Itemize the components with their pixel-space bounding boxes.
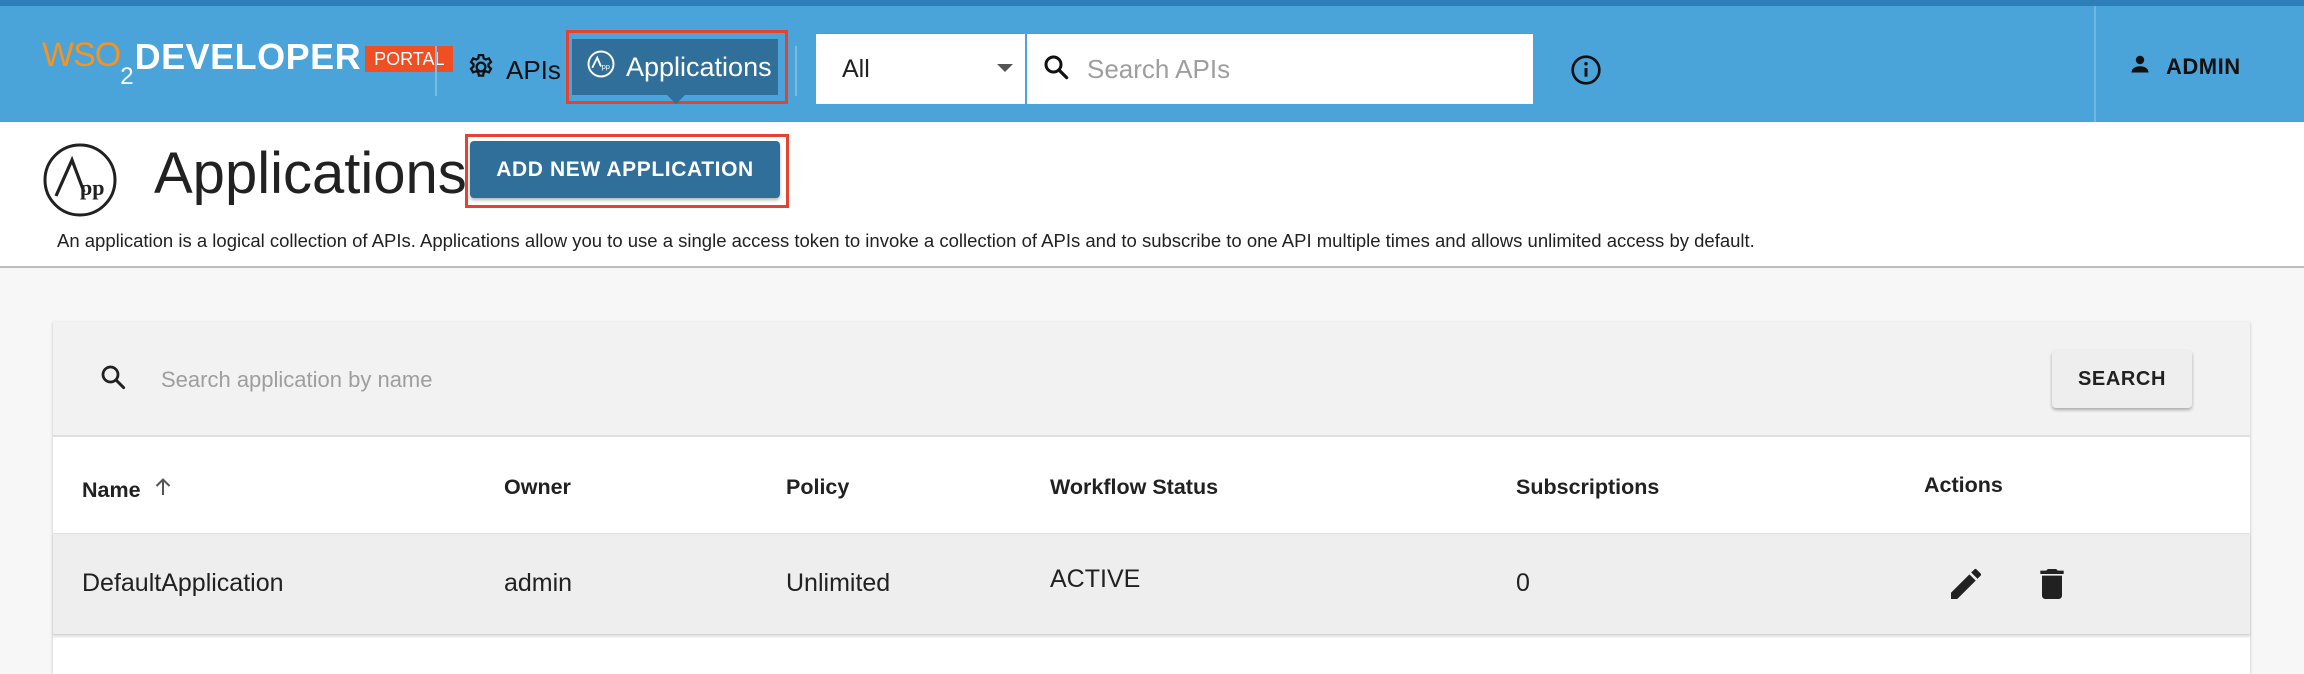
column-header-subscriptions[interactable]: Subscriptions: [1516, 475, 1659, 500]
column-header-actions: Actions: [1924, 473, 2003, 498]
column-header-workflow-status[interactable]: Workflow Status: [1050, 475, 1218, 500]
page-description: An application is a logical collection o…: [57, 230, 1755, 251]
applications-logo-icon: pp: [42, 142, 118, 223]
column-header-label: Subscriptions: [1516, 475, 1660, 499]
user-menu-label: ADMIN: [2166, 54, 2241, 79]
edit-icon[interactable]: [1946, 564, 1986, 609]
info-icon[interactable]: [1570, 54, 1602, 91]
page-title: Applications: [154, 141, 467, 206]
table-header-row: Name Owner Policy Workflow Status Subscr…: [53, 439, 2250, 534]
svg-text:pp: pp: [80, 175, 104, 200]
cell-policy: Unlimited: [786, 569, 891, 597]
cell-subscriptions: 0: [1516, 569, 1530, 597]
svg-text:pp: pp: [602, 62, 610, 71]
table-row: DefaultApplication admin Unlimited ACTIV…: [53, 534, 2250, 635]
application-search-input[interactable]: [161, 360, 1261, 400]
column-header-policy[interactable]: Policy: [786, 475, 849, 500]
cell-name[interactable]: DefaultApplication: [82, 569, 284, 598]
dropdown-arrow-icon: [997, 64, 1013, 72]
column-header-label: Name: [82, 477, 141, 502]
top-app-bar: WSO2 DEVELOPER PORTAL APIs pp Applicatio…: [0, 0, 2304, 122]
cell-owner: admin: [504, 569, 573, 597]
api-search-input[interactable]: [1087, 53, 1507, 85]
column-header-label: Policy: [786, 475, 850, 499]
api-search-box: [1027, 34, 1533, 104]
column-header-label: Actions: [1924, 473, 2003, 497]
applications-icon: pp: [586, 49, 616, 86]
person-icon: [2128, 52, 2152, 82]
column-header-label: Workflow Status: [1050, 475, 1219, 499]
column-header-owner[interactable]: Owner: [504, 475, 571, 500]
user-menu-divider: [2094, 6, 2096, 122]
user-menu[interactable]: ADMIN: [2128, 52, 2241, 82]
search-filter-value: All: [842, 54, 870, 83]
nav-divider: [795, 46, 797, 96]
column-header-label: Owner: [504, 475, 571, 499]
column-header-name[interactable]: Name: [82, 475, 175, 505]
search-icon: [98, 362, 128, 397]
search-button[interactable]: SEARCH: [2052, 350, 2192, 408]
logo-wso2: WSO2: [42, 36, 134, 90]
sort-ascending-icon: [151, 475, 175, 505]
portal-badge: PORTAL: [365, 46, 454, 72]
cell-workflow-status: ACTIVE: [1050, 565, 1141, 593]
gear-icon: [466, 52, 496, 89]
nav-item-apis[interactable]: APIs: [466, 48, 561, 92]
search-icon: [1041, 52, 1071, 87]
logo-developer-text: DEVELOPER: [134, 36, 362, 77]
delete-icon[interactable]: [2032, 564, 2072, 609]
add-new-application-button[interactable]: ADD NEW APPLICATION: [470, 141, 780, 198]
applications-table-card: SEARCH Name Owner Policy Workflow Status…: [53, 322, 2250, 674]
nav-divider: [435, 46, 437, 96]
search-filter-select[interactable]: All: [816, 34, 1025, 104]
nav-item-applications[interactable]: pp Applications: [572, 39, 778, 104]
active-indicator: [667, 95, 685, 104]
nav-item-apis-label: APIs: [506, 54, 561, 85]
application-search-bar: SEARCH: [53, 322, 2250, 437]
nav-item-applications-label: Applications: [626, 51, 772, 82]
developer-portal-logo[interactable]: WSO2 DEVELOPER PORTAL: [42, 36, 454, 90]
